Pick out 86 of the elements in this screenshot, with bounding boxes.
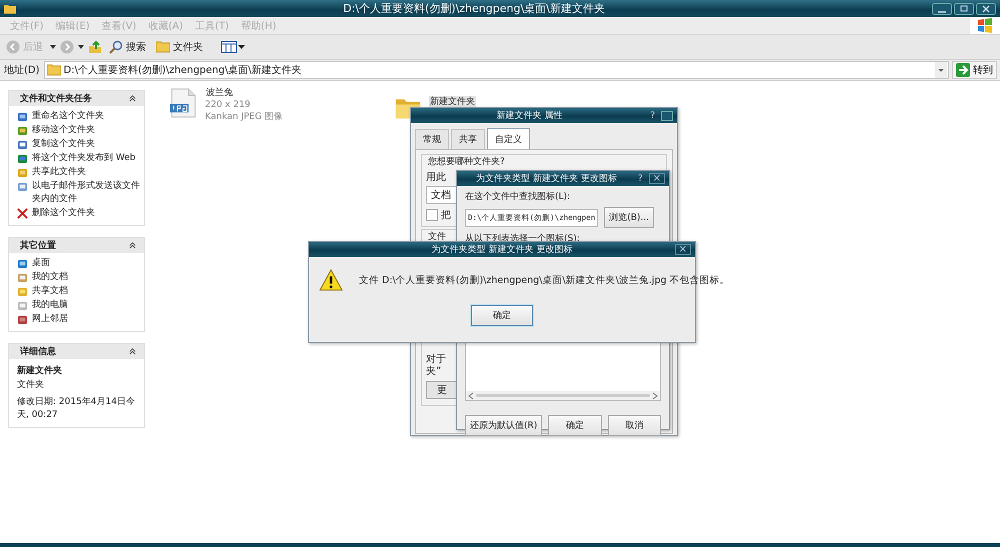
caret-icon[interactable] — [78, 45, 84, 49]
jpg-file-icon[interactable] — [169, 87, 197, 119]
views-button[interactable] — [218, 40, 248, 54]
task-icon — [17, 111, 28, 122]
task-icon — [17, 258, 28, 269]
task-link[interactable]: 网上邻居 — [32, 313, 68, 326]
address-label: 地址(D) — [3, 64, 41, 77]
error-message: 文件 D:\个人重要资料(勿删)\zhengpeng\桌面\新建文件夹\波兰兔.jpg 不包含图标。 — [359, 274, 730, 286]
task-icon — [17, 181, 28, 192]
search-button[interactable]: 搜索 — [106, 39, 149, 55]
task-icon — [17, 314, 28, 325]
collapse-icon[interactable] — [129, 242, 136, 249]
task-link[interactable]: 重命名这个文件夹 — [32, 110, 104, 123]
windows-logo-icon — [970, 17, 1000, 34]
description-text: 夹” — [426, 367, 442, 377]
task-icon — [17, 139, 28, 150]
tab[interactable]: 常规 — [415, 129, 449, 149]
panel-title: 其它位置 — [20, 239, 56, 252]
file-type: Kankan JPEG 图像 — [205, 111, 283, 123]
task-link[interactable]: 删除这个文件夹 — [32, 207, 95, 220]
task-link[interactable]: 共享文档 — [32, 285, 68, 298]
task-link[interactable]: 桌面 — [32, 257, 50, 270]
folder-icon — [46, 64, 61, 76]
checkbox-label: 把 — [441, 209, 451, 222]
ok-button[interactable]: 确定 — [471, 305, 533, 326]
search-icon — [109, 40, 123, 54]
task-link[interactable]: 共享此文件夹 — [32, 166, 86, 179]
group-title: 您想要哪种文件夹? — [426, 155, 507, 168]
field-label: 用此 — [426, 170, 446, 184]
detail-type: 文件夹 — [17, 379, 45, 392]
task-link[interactable]: 我的电脑 — [32, 299, 68, 312]
detail-modified: 修改日期: 2015年4月14日今天, 00:27 — [17, 396, 136, 422]
close-button[interactable]: × — [648, 173, 665, 184]
dialog-button[interactable]: 确定 — [548, 415, 602, 436]
task-icon — [17, 153, 28, 164]
folder-icon — [4, 4, 16, 14]
minimize-button[interactable] — [932, 2, 952, 14]
task-link[interactable]: 将这个文件夹发布到 Web — [32, 152, 136, 165]
dropdown-icon[interactable] — [934, 62, 948, 78]
file-dimensions: 220 x 219 — [205, 99, 252, 111]
help-button[interactable]: ? — [638, 174, 643, 184]
browse-button[interactable]: 浏览(B)... — [604, 207, 654, 228]
caret-icon[interactable] — [50, 45, 56, 49]
arrow-icon — [956, 63, 970, 77]
task-link[interactable]: 移动这个文件夹 — [32, 124, 95, 137]
address-field[interactable]: D:\个人重要资料(勿删)\zhengpeng\桌面\新建文件夹 — [44, 61, 949, 79]
folders-button[interactable]: 文件夹 — [153, 39, 206, 55]
close-button[interactable]: × — [674, 244, 691, 255]
collapse-icon[interactable] — [129, 348, 136, 355]
task-link[interactable]: 复制这个文件夹 — [32, 138, 95, 151]
file-name[interactable]: 波兰兔 — [205, 87, 234, 99]
checkbox[interactable] — [426, 209, 438, 221]
dialog-button[interactable]: 取消 — [608, 415, 661, 436]
task-link[interactable]: 以电子邮件形式发送该文件夹内的文件 — [32, 180, 140, 206]
go-button[interactable]: 转到 — [952, 61, 997, 79]
task-icon — [17, 125, 28, 136]
description-text: 对于 — [426, 355, 446, 365]
task-link[interactable]: 我的文档 — [32, 271, 68, 284]
horizontal-scrollbar[interactable] — [466, 391, 660, 400]
task-icon — [17, 286, 28, 297]
task-icon — [17, 167, 28, 178]
collapse-icon[interactable] — [129, 95, 136, 102]
maximize-button[interactable] — [954, 2, 974, 14]
close-button[interactable] — [661, 110, 673, 120]
dialog-button[interactable]: 还原为默认值(R) — [465, 415, 542, 436]
scroll-right-icon[interactable] — [652, 392, 658, 400]
task-icon — [17, 272, 28, 283]
tab[interactable]: 自定义 — [487, 128, 530, 149]
tab[interactable]: 共享 — [451, 129, 485, 149]
task-icon — [17, 300, 28, 311]
field-label: 在这个文件中查找图标(L): — [465, 190, 572, 203]
change-icon-button[interactable]: 更 — [426, 381, 458, 399]
delete-icon — [17, 208, 28, 219]
warning-icon — [319, 269, 343, 291]
window-title: D:\个人重要资料(勿删)\zhengpeng\桌面\新建文件夹 — [342, 1, 606, 16]
folder-icon — [156, 41, 170, 53]
scroll-left-icon[interactable] — [468, 392, 474, 400]
help-button[interactable]: ? — [650, 110, 655, 120]
close-button[interactable] — [976, 2, 996, 14]
detail-name: 新建文件夹 — [17, 365, 63, 378]
panel-title: 详细信息 — [20, 345, 56, 358]
dialog-title: 为文件夹类型 新建文件夹 更改图标 — [475, 172, 618, 185]
dialog-title: 新建文件夹 属性 — [496, 110, 564, 122]
file-name[interactable]: 新建文件夹 — [429, 96, 476, 108]
dialog-title: 为文件夹类型 新建文件夹 更改图标 — [432, 244, 572, 256]
panel-title: 文件和文件夹任务 — [20, 92, 92, 105]
